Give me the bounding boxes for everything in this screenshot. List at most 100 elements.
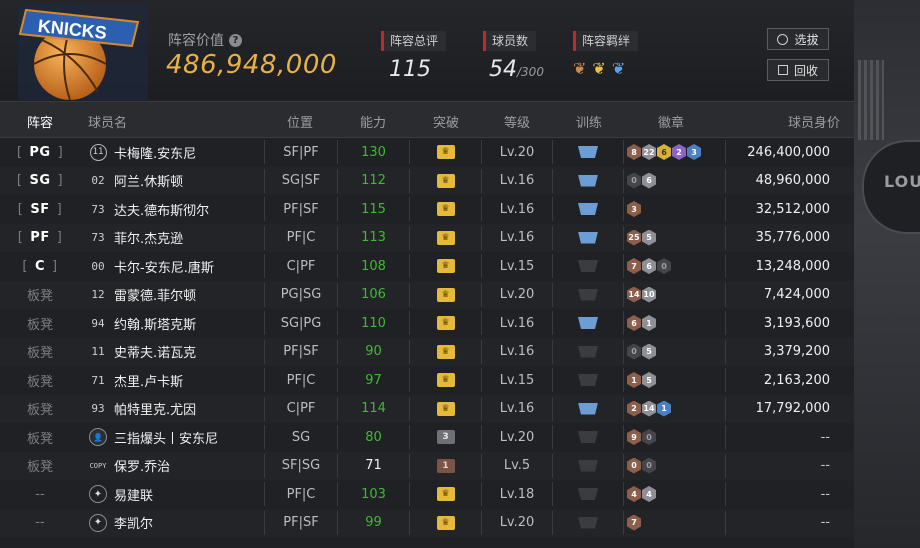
badge-icon[interactable]: 0	[627, 457, 641, 474]
player-name[interactable]: 卡尔-安东尼.唐斯	[114, 257, 214, 276]
column-lineup[interactable]: 阵容	[18, 112, 62, 131]
badge-icon[interactable]: 8	[627, 144, 641, 160]
badge-icon[interactable]: 5	[642, 343, 656, 360]
badge-icon[interactable]: 2	[627, 400, 641, 417]
badge-icon[interactable]: 0	[642, 429, 656, 445]
breakthrough-crown-icon[interactable]: ♛	[436, 316, 455, 330]
table-row[interactable]: C 00 卡尔-安东尼.唐斯 C|PF 108 ♛ Lv.15 760 13,2…	[0, 252, 854, 280]
player-name[interactable]: 约翰.斯塔克斯	[114, 314, 196, 333]
table-row[interactable]: 板凳 COPY 保罗.乔治 SF|SG 71 1 Lv.5 00 --	[0, 452, 854, 480]
player-name[interactable]: 阿兰.休斯顿	[114, 171, 183, 190]
training-icon[interactable]	[578, 260, 598, 272]
badge-icon[interactable]: 3	[627, 201, 641, 217]
table-row[interactable]: 板凳 👤 三指爆头丨安东尼 SG 80 3 Lv.20 90 --	[0, 423, 854, 451]
badge-icon[interactable]: 7	[627, 514, 641, 531]
player-name[interactable]: 菲尔.杰克逊	[114, 228, 183, 247]
player-name[interactable]: 保罗.乔治	[114, 456, 170, 475]
training-icon[interactable]	[578, 374, 598, 386]
training-icon[interactable]	[578, 516, 598, 529]
column-rating[interactable]: 能力	[338, 112, 408, 131]
column-position[interactable]: 位置	[268, 112, 332, 131]
badge-icon[interactable]: 1	[657, 400, 671, 417]
bond-icon-bronze[interactable]: ❦	[573, 59, 586, 78]
help-icon[interactable]: ?	[229, 33, 242, 47]
training-icon[interactable]	[578, 488, 598, 500]
player-name[interactable]: 易建联	[114, 485, 153, 504]
badge-icon[interactable]: 4	[642, 486, 656, 502]
badge-icon[interactable]: 25	[627, 229, 641, 246]
breakthrough-crown-icon[interactable]: ♛	[436, 287, 455, 302]
player-name[interactable]: 帕特里克.尤因	[114, 399, 196, 418]
badge-icon[interactable]: 14	[627, 286, 641, 303]
badge-icon[interactable]: 14	[642, 400, 656, 417]
breakthrough-crown-icon[interactable]: ♛	[436, 202, 455, 216]
badge-icon[interactable]: 6	[642, 258, 656, 274]
training-icon[interactable]	[578, 146, 598, 158]
recycle-button[interactable]: 回收	[767, 59, 829, 81]
breakthrough-crown-icon[interactable]: ♛	[436, 173, 455, 188]
training-icon[interactable]	[578, 288, 598, 301]
player-name[interactable]: 达夫.德布斯彻尔	[114, 200, 209, 219]
badge-icon[interactable]: 9	[627, 429, 641, 445]
player-name[interactable]: 雷蒙德.菲尔顿	[114, 285, 196, 304]
badge-icon[interactable]: 0	[657, 258, 671, 274]
training-icon[interactable]	[578, 317, 598, 329]
breakthrough-crown-icon[interactable]: ♛	[436, 515, 455, 530]
badge-icon[interactable]: 10	[642, 286, 656, 303]
select-button[interactable]: 选拔	[767, 28, 829, 50]
badge-icon[interactable]: 0	[627, 172, 641, 189]
breakthrough-crown-icon[interactable]: ♛	[436, 230, 455, 245]
training-icon[interactable]	[578, 459, 598, 472]
badge-icon[interactable]: 0	[627, 343, 641, 360]
badge-icon[interactable]: 3	[687, 144, 701, 160]
table-row[interactable]: 板凳 93 帕特里克.尤因 C|PF 114 ♛ Lv.16 2 14 1 17,7…	[0, 395, 854, 423]
training-icon[interactable]	[578, 203, 598, 215]
player-name[interactable]: 杰里.卢卡斯	[114, 371, 183, 390]
badge-icon[interactable]: 5	[642, 229, 656, 246]
training-icon[interactable]	[578, 174, 598, 187]
badge-icon[interactable]: 7	[627, 258, 641, 274]
badge-icon[interactable]: 4	[627, 486, 641, 502]
breakthrough-crown-icon[interactable]: ♛	[436, 344, 455, 359]
table-row[interactable]: -- ✦ 易建联 PF|C 103 ♛ Lv.18 44 --	[0, 480, 854, 508]
bond-icon-gold[interactable]: ❦	[592, 59, 605, 78]
player-name[interactable]: 卡梅隆.安东尼	[114, 143, 196, 162]
breakthrough-crown-icon[interactable]: ♛	[436, 401, 455, 416]
column-breakthrough[interactable]: 突破	[411, 112, 481, 131]
table-row[interactable]: 板凳 11 史蒂夫.诺瓦克 PF|SF 90 ♛ Lv.16 05 3,379,…	[0, 338, 854, 366]
breakthrough-crown-icon[interactable]: 1	[436, 458, 455, 473]
player-name[interactable]: 史蒂夫.诺瓦克	[114, 342, 196, 361]
bond-icon-blue[interactable]: ❦	[612, 59, 625, 78]
column-badges[interactable]: 徽章	[626, 112, 716, 131]
table-row[interactable]: PF 73 菲尔.杰克逊 PF|C 113 ♛ Lv.16 255 35,776…	[0, 224, 854, 252]
training-icon[interactable]	[578, 231, 598, 244]
table-row[interactable]: 板凳 12 雷蒙德.菲尔顿 PG|SG 106 ♛ Lv.20 14 10 7,4…	[0, 281, 854, 309]
breakthrough-crown-icon[interactable]: ♛	[436, 373, 455, 387]
table-row[interactable]: PG 11 卡梅隆.安东尼 SF|PF 130 ♛ Lv.20 822623 2…	[0, 138, 854, 166]
table-row[interactable]: SF 73 达夫.德布斯彻尔 PF|SF 115 ♛ Lv.16 3 32,51…	[0, 195, 854, 223]
breakthrough-crown-icon[interactable]: ♛	[436, 259, 455, 273]
table-row[interactable]: -- ✦ 李凯尔 PF|SF 99 ♛ Lv.20 7 --	[0, 509, 854, 537]
column-training[interactable]: 训练	[554, 112, 624, 131]
player-name[interactable]: 李凯尔	[114, 513, 153, 532]
badge-icon[interactable]: 0	[642, 457, 656, 474]
training-icon[interactable]	[578, 402, 598, 415]
table-row[interactable]: 板凳 71 杰里.卢卡斯 PF|C 97 ♛ Lv.15 15 2,163,20…	[0, 366, 854, 394]
badge-icon[interactable]: 1	[627, 372, 641, 388]
badge-icon[interactable]: 2	[672, 144, 686, 160]
breakthrough-crown-icon[interactable]: ♛	[436, 487, 455, 501]
badge-icon[interactable]: 22	[642, 144, 656, 160]
badge-icon[interactable]: 5	[642, 372, 656, 388]
column-player-value[interactable]: 球员身价	[730, 112, 840, 131]
column-player-name[interactable]: 球员名	[88, 112, 148, 131]
badge-icon[interactable]: 6	[627, 315, 641, 331]
table-row[interactable]: 板凳 94 约翰.斯塔克斯 SG|PG 110 ♛ Lv.16 61 3,193…	[0, 309, 854, 337]
breakthrough-crown-icon[interactable]: ♛	[436, 145, 455, 159]
training-icon[interactable]	[578, 345, 598, 358]
training-icon[interactable]	[578, 431, 598, 443]
badge-icon[interactable]: 6	[657, 144, 671, 160]
player-name[interactable]: 三指爆头丨安东尼	[114, 428, 218, 447]
badge-icon[interactable]: 6	[642, 172, 656, 189]
badge-icon[interactable]: 1	[642, 315, 656, 331]
table-row[interactable]: SG 02 阿兰.休斯顿 SG|SF 112 ♛ Lv.16 06 48,960…	[0, 167, 854, 195]
